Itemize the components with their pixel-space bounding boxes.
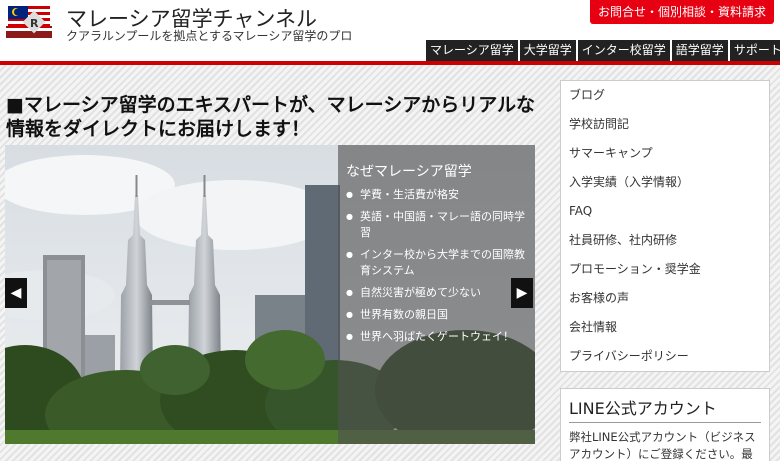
caption-point: 世界有数の親日国	[346, 307, 529, 323]
slider-prev-icon[interactable]: ◀	[5, 278, 27, 308]
slider-next-icon[interactable]: ▶	[511, 278, 533, 308]
caption-title: なぜマレーシア留学	[346, 164, 472, 180]
caption-point: 世界へ羽ばたくゲートウェイ！	[346, 329, 529, 345]
page-title: ■マレーシア留学のエキスパートが、マレーシアからリアルな情報をダイレクトにお届け…	[6, 94, 536, 140]
caption-list: 学費・生活費が格安 英語・中国語・マレー語の同時学習 インター校から大学までの国…	[346, 187, 529, 345]
caption-point: 自然災害が極めて少ない	[346, 285, 529, 301]
sidebar-item-testimonials[interactable]: お客様の声	[561, 284, 769, 313]
site-subtitle: クアラルンプールを拠点とするマレーシア留学のプロ	[66, 29, 353, 43]
nav-item-university[interactable]: 大学留学	[519, 40, 576, 61]
global-nav: マレーシア留学 大学留学 インター校留学 語学留学 サポート	[426, 40, 780, 61]
sidebar-item-admission-results[interactable]: 入学実績（入学情報）	[561, 168, 769, 197]
sidebar-item-faq[interactable]: FAQ	[561, 197, 769, 226]
sidebar-item-privacy[interactable]: プライバシーポリシー	[561, 342, 769, 371]
svg-text:R: R	[30, 17, 39, 30]
slider-caption: なぜマレーシア留学 学費・生活費が格安 英語・中国語・マレー語の同時学習 インタ…	[338, 145, 535, 444]
line-account-box: LINE公式アカウント 弊社LINE公式アカウント（ビジネスアカウント）にご登録…	[560, 388, 770, 461]
line-box-text: 弊社LINE公式アカウント（ビジネスアカウント）にご登録ください。最	[569, 430, 756, 461]
sidebar-item-company[interactable]: 会社情報	[561, 313, 769, 342]
sidebar-item-promotion[interactable]: プロモーション・奨学金	[561, 255, 769, 284]
caption-point: インター校から大学までの国際教育システム	[346, 247, 529, 279]
sidebar-menu: ブログ 学校訪問記 サマーキャンプ 入学実績（入学情報） FAQ 社員研修、社内…	[560, 80, 770, 372]
nav-item-support[interactable]: サポート	[729, 40, 780, 61]
nav-item-international-school[interactable]: インター校留学	[577, 40, 670, 61]
hero-slider: なぜマレーシア留学 学費・生活費が格安 英語・中国語・マレー語の同時学習 インタ…	[5, 145, 535, 444]
site-header: R マレーシア留学チャンネル クアラルンプールを拠点とするマレーシア留学のプロ …	[0, 0, 780, 62]
nav-item-malaysia-study[interactable]: マレーシア留学	[426, 40, 518, 61]
line-box-title: LINE公式アカウント	[569, 395, 761, 423]
sidebar-item-summer-camp[interactable]: サマーキャンプ	[561, 139, 769, 168]
sidebar-item-blog[interactable]: ブログ	[561, 81, 769, 110]
sidebar-item-training[interactable]: 社員研修、社内研修	[561, 226, 769, 255]
nav-item-language-study[interactable]: 語学留学	[671, 40, 728, 61]
sidebar-item-school-visits[interactable]: 学校訪問記	[561, 110, 769, 139]
site-logo-icon[interactable]: R	[4, 4, 54, 42]
contact-button[interactable]: お問合せ・個別相談・資料請求	[589, 0, 774, 24]
caption-point: 学費・生活費が格安	[346, 187, 529, 203]
caption-point: 英語・中国語・マレー語の同時学習	[346, 209, 529, 241]
